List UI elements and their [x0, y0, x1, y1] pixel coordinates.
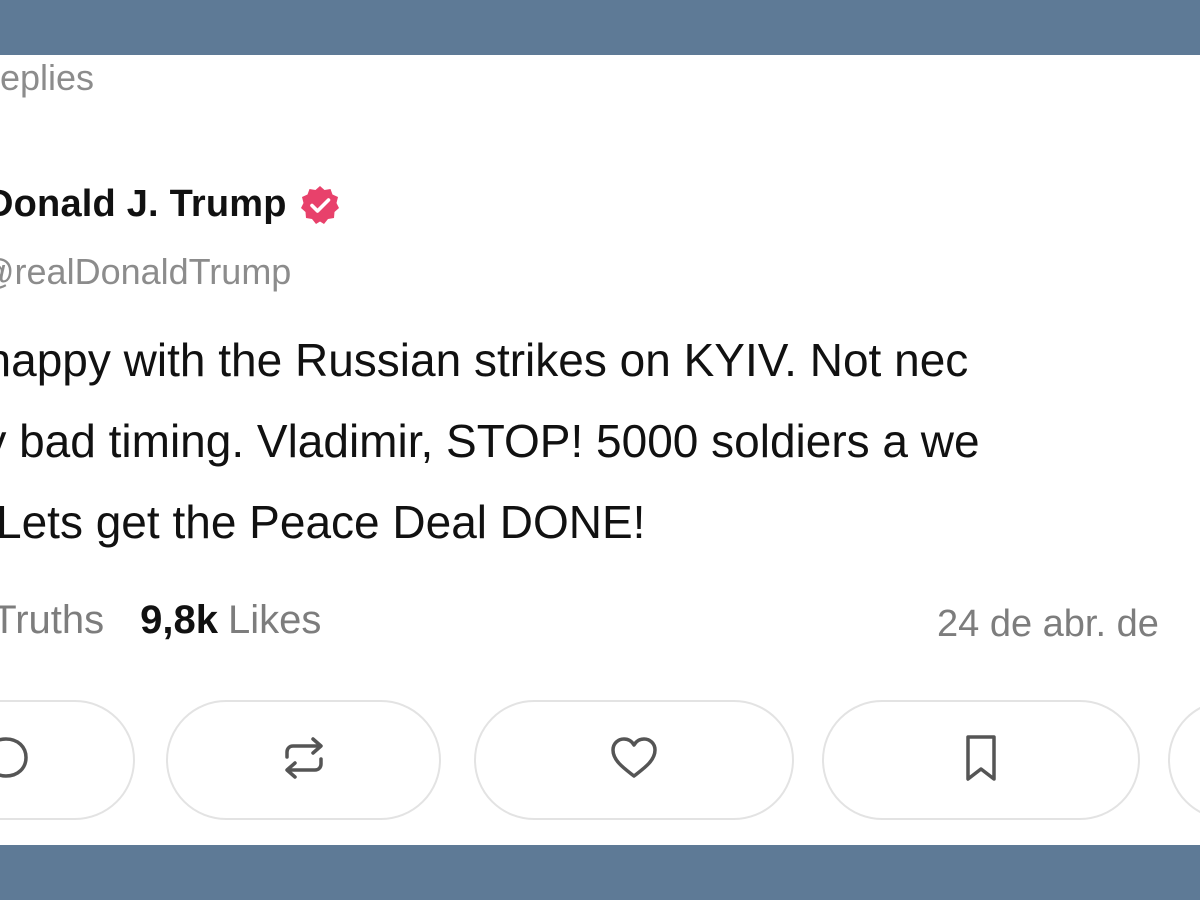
likes-stat[interactable]: 9,8k Likes [140, 598, 321, 643]
retruth-button[interactable] [166, 700, 441, 820]
verified-badge-icon [299, 184, 341, 226]
reply-button[interactable] [0, 700, 135, 820]
likes-label: Likes [227, 598, 322, 642]
post-body: t happy with the Russian strikes on KYIV… [0, 320, 1200, 563]
retruths-stat[interactable]: eTruths [0, 598, 104, 643]
post-line: Lets get the Peace Deal DONE! [0, 496, 646, 548]
retruth-icon [275, 729, 333, 792]
heart-icon [605, 729, 663, 792]
stats-row: eTruths 9,8k Likes [0, 598, 357, 643]
bookmark-icon [952, 729, 1010, 792]
author-name[interactable]: Donald J. Trump [0, 183, 287, 226]
author-row: Donald J. Trump [0, 183, 341, 226]
post-line: ry bad timing. Vladimir, STOP! 5000 sold… [0, 415, 980, 467]
more-button[interactable] [1168, 700, 1200, 820]
likes-count: 9,8k [140, 598, 218, 642]
bookmark-button[interactable] [822, 700, 1140, 820]
author-handle[interactable]: @realDonaldTrump [0, 251, 291, 293]
post-line: t happy with the Russian strikes on KYIV… [0, 334, 969, 386]
post-card: replies Donald J. Trump @realDonaldTrump… [0, 55, 1200, 845]
frame-top-border [0, 0, 1200, 55]
post-date: 24 de abr. de [937, 603, 1159, 645]
frame-bottom-border [0, 845, 1200, 900]
reply-icon [0, 729, 35, 792]
retruths-label: eTruths [0, 598, 105, 642]
like-button[interactable] [474, 700, 794, 820]
replies-link[interactable]: replies [0, 57, 94, 99]
